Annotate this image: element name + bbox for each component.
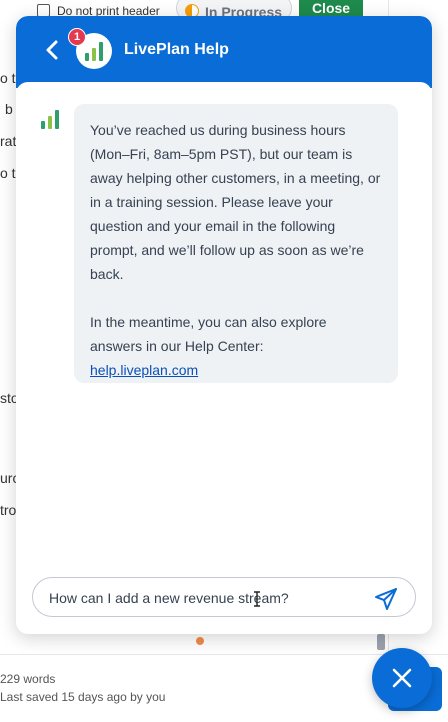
background-text: o t: [0, 70, 16, 86]
help-center-link[interactable]: help.liveplan.com: [90, 362, 198, 378]
back-button[interactable]: [42, 38, 62, 62]
message-paragraph: In the meantime, you can also explore an…: [90, 314, 327, 354]
background-text: tro: [0, 502, 17, 518]
chevron-left-icon: [46, 40, 58, 60]
chat-body-edge: [16, 82, 432, 94]
chat-input[interactable]: [49, 587, 369, 609]
background-text: b: [5, 101, 13, 117]
notification-badge: 1: [68, 28, 86, 46]
message-bubble: You’ve reached us during business hours …: [74, 104, 398, 383]
chat-input-container: [32, 577, 416, 617]
last-saved-text: Last saved 15 days ago by you: [0, 690, 166, 704]
ibeam-cursor-icon: [254, 591, 260, 607]
liveplan-logo-icon: [85, 42, 103, 61]
close-chat-button[interactable]: [372, 648, 432, 708]
chat-header: 1 LivePlan Help: [16, 16, 432, 88]
status-dot: [196, 637, 204, 645]
agent-avatar: [40, 108, 60, 130]
background-scrollbar-thumb[interactable]: [377, 634, 385, 650]
word-count: 229 words: [0, 672, 56, 686]
message-paragraph: You’ve reached us during business hours …: [90, 122, 381, 282]
close-icon: [392, 668, 412, 688]
send-button[interactable]: [373, 586, 399, 612]
paper-plane-icon: [375, 588, 397, 610]
chat-widget: 1 LivePlan Help You’ve reached us during…: [16, 16, 432, 634]
background-text: o t: [0, 165, 16, 181]
chat-title: LivePlan Help: [124, 41, 229, 58]
background-text: rat: [0, 133, 17, 149]
liveplan-logo-icon: [41, 110, 59, 129]
